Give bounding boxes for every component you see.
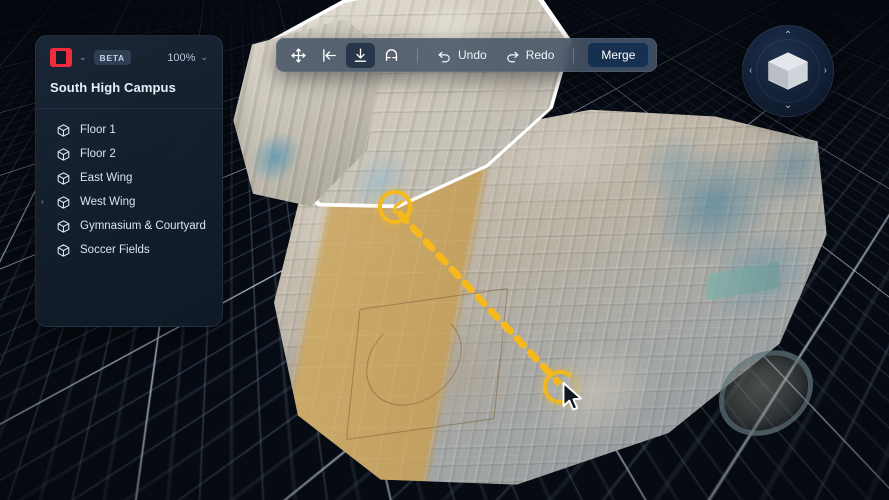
beta-badge: BETA bbox=[93, 49, 131, 66]
sidebar-header: ⌄ BETA 100% ⌄ bbox=[36, 36, 222, 67]
sidebar-item-soccer-fields[interactable]: Soccer Fields bbox=[36, 238, 222, 262]
matterport-logo-icon[interactable] bbox=[50, 48, 72, 67]
logo-chevron-down-icon[interactable]: ⌄ bbox=[79, 53, 87, 62]
sidebar-item-label: East Wing bbox=[80, 172, 133, 184]
scan-list: Floor 1 Floor 2 East Wing › West Wing Gy… bbox=[36, 109, 222, 262]
sidebar-item-label: Floor 2 bbox=[80, 148, 116, 160]
undo-label: Undo bbox=[458, 48, 487, 62]
move-arrows-icon bbox=[291, 47, 306, 63]
project-sidebar: ⌄ BETA 100% ⌄ South High Campus Floor 1 bbox=[35, 35, 223, 327]
navcube-right-arrow-icon[interactable]: › bbox=[824, 66, 827, 76]
navcube-up-arrow-icon[interactable]: ⌃ bbox=[784, 31, 792, 41]
zoom-chevron-down-icon: ⌄ bbox=[200, 52, 208, 62]
magnet-icon bbox=[385, 48, 398, 61]
sidebar-item-label: Soccer Fields bbox=[80, 244, 150, 256]
align-left-icon bbox=[323, 48, 336, 62]
sidebar-item-east-wing[interactable]: East Wing bbox=[36, 166, 222, 190]
place-tool-button[interactable] bbox=[346, 42, 375, 68]
cube-icon bbox=[57, 123, 70, 137]
cube-icon bbox=[57, 243, 70, 257]
cube-icon bbox=[57, 147, 70, 161]
undo-button[interactable]: Undo bbox=[429, 43, 495, 68]
sidebar-item-label: Gymnasium & Courtyard bbox=[80, 220, 206, 232]
scan-alignment-app: ⌄ BETA 100% ⌄ South High Campus Floor 1 bbox=[0, 0, 889, 500]
navcube-cube-icon[interactable] bbox=[762, 45, 814, 97]
toolbar-separator-2 bbox=[573, 47, 575, 63]
merge-button[interactable]: Merge bbox=[587, 42, 650, 68]
cube-icon bbox=[57, 195, 70, 209]
toolbar-separator-1 bbox=[417, 47, 418, 63]
sidebar-item-floor-2[interactable]: Floor 2 bbox=[36, 142, 222, 166]
sidebar-item-floor-1[interactable]: Floor 1 bbox=[36, 118, 222, 142]
sidebar-item-gymnasium-courtyard[interactable]: Gymnasium & Courtyard bbox=[36, 214, 222, 238]
project-title: South High Campus bbox=[50, 80, 176, 95]
edit-toolbar: Undo Redo Merge bbox=[276, 38, 658, 72]
view-navigation-cube[interactable]: ⌃ ⌄ ‹ › bbox=[742, 25, 834, 117]
undo-arrow-icon bbox=[438, 51, 450, 62]
zoom-level-control[interactable]: 100% ⌄ bbox=[167, 52, 208, 64]
expand-chevron-right-icon[interactable]: › bbox=[41, 198, 44, 206]
sidebar-item-label: Floor 1 bbox=[80, 124, 116, 136]
redo-arrow-icon bbox=[506, 51, 519, 62]
redo-button[interactable]: Redo bbox=[497, 43, 563, 68]
sidebar-item-label: West Wing bbox=[80, 196, 136, 208]
download-place-icon bbox=[354, 47, 367, 62]
sidebar-item-west-wing[interactable]: › West Wing bbox=[36, 190, 222, 214]
cube-icon bbox=[57, 219, 70, 233]
zoom-level-value: 100% bbox=[167, 51, 196, 64]
snap-tool-button[interactable] bbox=[377, 43, 406, 68]
align-left-tool-button[interactable] bbox=[315, 43, 344, 68]
redo-label: Redo bbox=[525, 48, 555, 62]
move-tool-button[interactable] bbox=[284, 43, 313, 68]
navcube-left-arrow-icon[interactable]: ‹ bbox=[749, 66, 752, 76]
navcube-down-arrow-icon[interactable]: ⌄ bbox=[784, 101, 792, 111]
cube-icon bbox=[57, 171, 70, 185]
